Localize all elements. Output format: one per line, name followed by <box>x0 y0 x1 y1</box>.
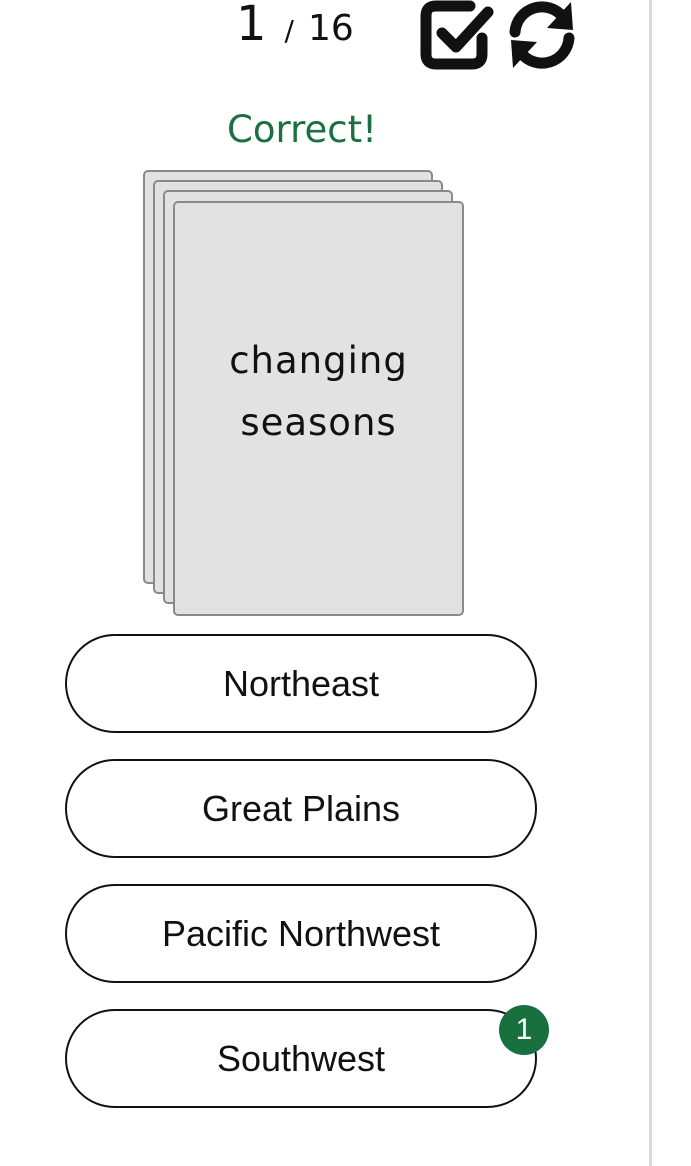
current-card-number: 1 <box>236 0 267 52</box>
progress-separator: / <box>284 14 294 47</box>
check-answers-button[interactable] <box>418 0 496 70</box>
refresh-button[interactable] <box>505 0 579 70</box>
total-card-count: 16 <box>307 8 354 49</box>
current-flashcard[interactable]: changing seasons <box>173 201 464 616</box>
answer-option-northeast[interactable]: Northeast <box>65 634 537 733</box>
progress-counter: 1 / 16 <box>236 0 354 56</box>
checkbox-check-icon <box>420 0 494 70</box>
feedback-message: Correct! <box>227 108 377 151</box>
right-divider <box>649 0 652 1166</box>
answer-option-southwest[interactable]: Southwest <box>65 1009 537 1108</box>
refresh-icon <box>509 1 575 69</box>
answer-option-great-plains[interactable]: Great Plains <box>65 759 537 858</box>
flashcard-text: changing seasons <box>229 338 408 444</box>
answer-option-pacific-northwest[interactable]: Pacific Northwest <box>65 884 537 983</box>
count-badge: 1 <box>499 1005 549 1055</box>
